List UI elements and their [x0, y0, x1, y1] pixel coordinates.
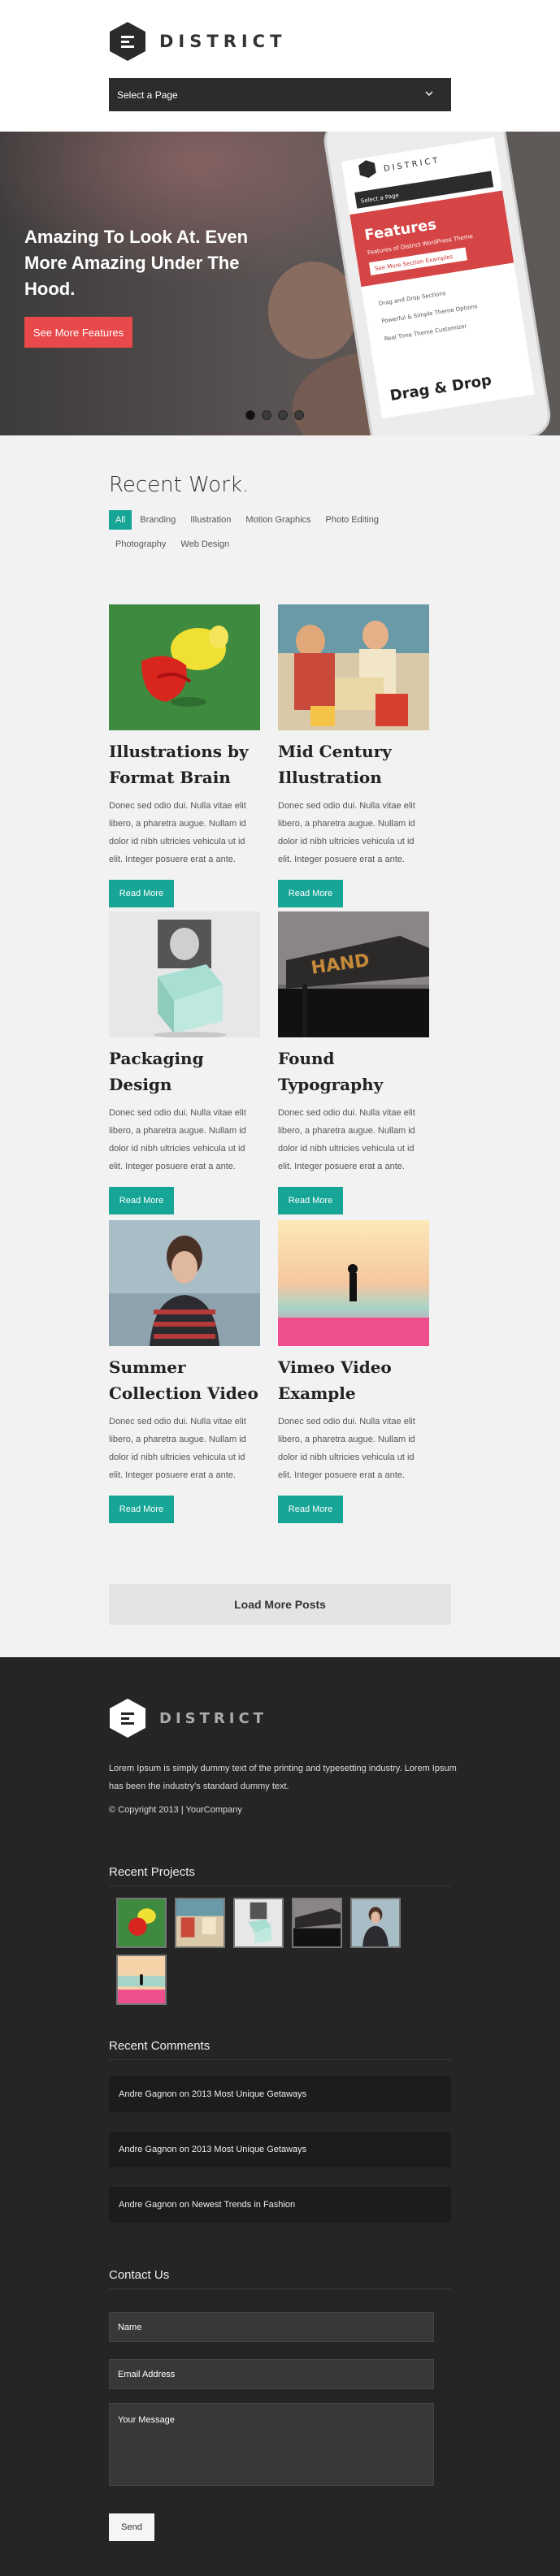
portfolio-card: Packaging Design Donec sed odio dui. Nul… — [109, 911, 260, 1214]
portfolio-card: Mid Century Illustration Donec sed odio … — [278, 604, 429, 907]
portfolio-title[interactable]: Summer Collection Video — [109, 1354, 260, 1406]
contact-title: Contact Us — [109, 2268, 451, 2289]
project-thumbnail[interactable] — [116, 1898, 167, 1948]
section-title: Recent Work. — [109, 473, 250, 497]
footer-logo[interactable]: DISTRICT — [109, 1698, 267, 1738]
recent-work-section: Recent Work. All Branding Illustration M… — [0, 435, 560, 1657]
slider-dot[interactable] — [278, 410, 288, 420]
recent-projects-title: Recent Projects — [109, 1865, 451, 1886]
portfolio-thumbnail[interactable]: HAND — [278, 911, 429, 1037]
hero-title: Amazing To Look At. Even More Amazing Un… — [24, 227, 249, 299]
portfolio-thumbnail[interactable] — [109, 911, 260, 1037]
portfolio-title[interactable]: Illustrations by Format Brain — [109, 738, 260, 790]
comment-item[interactable]: Andre Gagnon on Newest Trends in Fashion — [109, 2187, 451, 2223]
site-footer: DISTRICT Lorem Ipsum is simply dummy tex… — [0, 1657, 560, 2576]
email-field[interactable]: Email Address — [109, 2359, 434, 2389]
portfolio-excerpt: Donec sed odio dui. Nulla vitae elit lib… — [109, 801, 246, 864]
portfolio-thumbnail[interactable] — [278, 604, 429, 730]
page-select-value: Select a Page — [117, 89, 178, 101]
slider-dot[interactable] — [262, 410, 271, 420]
comment-item[interactable]: Andre Gagnon on 2013 Most Unique Getaway… — [109, 2076, 451, 2112]
hexagon-logo-icon — [110, 1699, 145, 1738]
see-more-features-button[interactable]: See More Features — [24, 317, 132, 348]
portfolio-card: Illustrations by Format Brain Donec sed … — [109, 604, 260, 907]
portfolio-excerpt: Donec sed odio dui. Nulla vitae elit lib… — [278, 1108, 415, 1171]
copyright: © Copyright 2013 | YourCompany — [109, 1805, 242, 1815]
project-thumbnail[interactable] — [292, 1898, 342, 1948]
project-thumbnail[interactable] — [175, 1898, 225, 1948]
comment-item[interactable]: Andre Gagnon on 2013 Most Unique Getaway… — [109, 2132, 451, 2167]
filter-photo-editing[interactable]: Photo Editing — [319, 510, 385, 530]
hero-slider: DISTRICT Select a Page Features Features… — [0, 132, 560, 435]
load-more-button[interactable]: Load More Posts — [109, 1584, 451, 1625]
filter-illustration[interactable]: Illustration — [184, 510, 237, 530]
portfolio-excerpt: Donec sed odio dui. Nulla vitae elit lib… — [278, 801, 415, 864]
recent-projects-grid — [116, 1898, 409, 2005]
name-field[interactable]: Name — [109, 2312, 434, 2342]
portfolio-thumbnail[interactable] — [278, 1220, 429, 1346]
portfolio-card: HAND Found Typography Donec sed odio dui… — [278, 911, 429, 1214]
hexagon-logo-icon — [110, 22, 145, 61]
portfolio-filters: All Branding Illustration Motion Graphic… — [109, 510, 450, 554]
slider-dot[interactable] — [294, 410, 304, 420]
slider-dot[interactable] — [245, 410, 255, 420]
portfolio-excerpt: Donec sed odio dui. Nulla vitae elit lib… — [109, 1108, 246, 1171]
read-more-button[interactable]: Read More — [109, 1496, 174, 1523]
message-textarea[interactable]: Your Message — [109, 2403, 434, 2486]
project-thumbnail[interactable] — [233, 1898, 284, 1948]
portfolio-card: Vimeo Video Example Donec sed odio dui. … — [278, 1220, 429, 1523]
read-more-button[interactable]: Read More — [278, 1496, 343, 1523]
project-thumbnail[interactable] — [116, 1955, 167, 2005]
send-button[interactable]: Send — [109, 2513, 154, 2541]
portfolio-thumbnail[interactable] — [109, 604, 260, 730]
footer-logo-text: DISTRICT — [159, 1709, 267, 1727]
filter-all[interactable]: All — [109, 510, 132, 530]
portfolio-title[interactable]: Vimeo Video Example — [278, 1354, 429, 1406]
logo-text: DISTRICT — [159, 32, 287, 51]
read-more-button[interactable]: Read More — [109, 880, 174, 907]
portfolio-title[interactable]: Mid Century Illustration — [278, 738, 429, 790]
recent-comments-title: Recent Comments — [109, 2039, 451, 2060]
chevron-down-icon — [425, 91, 433, 96]
filter-web-design[interactable]: Web Design — [174, 535, 236, 554]
portfolio-thumbnail[interactable] — [109, 1220, 260, 1346]
filter-photography[interactable]: Photography — [109, 535, 172, 554]
read-more-button[interactable]: Read More — [278, 1187, 343, 1214]
page-select-dropdown[interactable]: Select a Page — [109, 78, 451, 111]
portfolio-excerpt: Donec sed odio dui. Nulla vitae elit lib… — [109, 1417, 246, 1480]
footer-about: Lorem Ipsum is simply dummy text of the … — [109, 1764, 457, 1791]
site-logo[interactable]: DISTRICT — [109, 21, 286, 62]
portfolio-title[interactable]: Packaging Design — [109, 1046, 260, 1098]
filter-motion-graphics[interactable]: Motion Graphics — [239, 510, 317, 530]
slider-pagination — [245, 410, 304, 420]
site-header: DISTRICT Select a Page — [0, 0, 560, 132]
portfolio-excerpt: Donec sed odio dui. Nulla vitae elit lib… — [278, 1417, 415, 1480]
portfolio-title[interactable]: Found Typography — [278, 1046, 429, 1098]
project-thumbnail[interactable] — [350, 1898, 401, 1948]
read-more-button[interactable]: Read More — [109, 1187, 174, 1214]
filter-branding[interactable]: Branding — [133, 510, 182, 530]
read-more-button[interactable]: Read More — [278, 880, 343, 907]
portfolio-card: Summer Collection Video Donec sed odio d… — [109, 1220, 260, 1523]
